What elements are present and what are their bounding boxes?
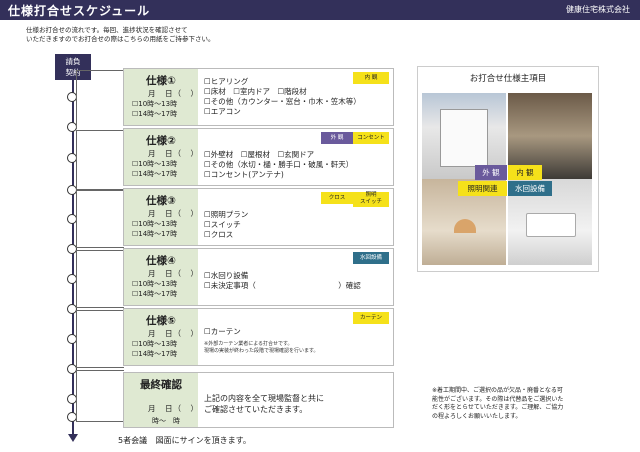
card-title: 仕様⑤ [146, 315, 176, 327]
card-date: 月 日（ ） [148, 149, 199, 158]
time-option[interactable]: ☐14時～17時 [132, 229, 177, 239]
card-date: 月 日（ ） [148, 404, 199, 413]
connector [76, 310, 124, 368]
card-title: 最終確認 [140, 379, 182, 391]
card-items: ☐ヒアリング ☐床材 ☐室内ドア ☐階段材 ☐その他（カウンター・窓台・巾木・笠… [204, 77, 361, 117]
tag-cloth: クロス [321, 192, 353, 204]
card-date: 月 日（ ） [148, 269, 199, 278]
time-option[interactable]: ☐10時～13時 [132, 219, 177, 229]
label-water: 水回設備 [508, 181, 552, 196]
time-option[interactable]: ☐10時～13時 [132, 279, 177, 289]
tag-outlet: コンセント [353, 132, 389, 144]
intro-text: 仕様お打合せの流れです。毎回、進捗状況を確認させて いただきますのでお打合せの際… [26, 26, 286, 44]
final-line: 上記の内容を全て現場監督と共に [204, 394, 324, 403]
tag-water: 水回設備 [353, 252, 389, 264]
final-text: 上記の内容を全て現場監督と共に ご確認させていただきます。 [204, 393, 324, 415]
label-interior: 内 観 [508, 165, 542, 180]
time-option[interactable]: ☐14時～17時 [132, 349, 177, 359]
meeting-label: 5者会議 [118, 436, 148, 445]
connector [76, 370, 124, 422]
card-date: 月 日（ ） [148, 329, 199, 338]
connector [76, 130, 124, 190]
card-title: 仕様④ [146, 255, 176, 267]
disclaimer-line: ※着工期間中、ご選択の品が欠品・廃番となる可 [432, 387, 563, 394]
disclaimer-line: 能性がございます。その際は代替品をご選択いた [432, 395, 564, 403]
schedule-card-2: 仕様② 月 日（ ） ☐10時～13時 ☐14時～17時 ☐外壁材 ☐屋根材 ☐… [123, 128, 394, 186]
card-title: 仕様① [146, 75, 176, 87]
pendant-lamp-icon [454, 219, 476, 233]
final-check-card: 最終確認 月 日（ ） 時～ 時 上記の内容を全て現場監督と共に ご確認させてい… [123, 372, 394, 428]
sink-icon [526, 213, 576, 237]
item-checkbox[interactable]: ☐水回り設備 [204, 271, 361, 281]
tag-line: スイッチ [359, 199, 382, 205]
five-party-meeting: 5者会議 図面にサインを頂きます。 [118, 435, 251, 446]
page-header: 仕様打合せスケジュール 健康住宅株式会社 [0, 0, 640, 20]
tag-lighting-switch: 照明 スイッチ [353, 192, 389, 207]
item-checkbox[interactable]: ☐未決定事項（ ）確認 [204, 281, 361, 291]
note-line: ※外部カーテン業者による打合せです。 [204, 341, 293, 347]
timeline-line [72, 80, 74, 438]
disclaimer-line: だく形をとらせていただきます。ご理解、ご協力 [432, 404, 564, 411]
label-lighting: 照明関連 [458, 181, 507, 196]
time-option[interactable]: ☐10時～13時 [132, 159, 177, 169]
tag-line: 照明 [365, 192, 377, 198]
tag-interior: 内 観 [353, 72, 389, 84]
label-exterior: 外 観 [475, 165, 507, 180]
intro-line: 仕様お打合せの流れです。毎回、進捗状況を確認させて [26, 26, 188, 34]
item-checkbox[interactable]: ☐外壁材 ☐屋根材 ☐玄関ドア [204, 150, 353, 160]
connector [76, 70, 124, 129]
item-checkbox[interactable]: ☐その他（カウンター・窓台・巾木・笠木等） [204, 97, 361, 107]
time-option[interactable]: ☐14時～17時 [132, 289, 177, 299]
disclaimer-line: の程よろしくお願いいたします。 [432, 412, 522, 420]
item-checkbox[interactable]: ☐カーテン [204, 327, 241, 337]
card-items: ☐外壁材 ☐屋根材 ☐玄関ドア ☐その他（水切・樋・勝手口・破風・軒天） ☐コン… [204, 150, 353, 180]
schedule-card-5: 仕様⑤ 月 日（ ） ☐10時～13時 ☐14時～17時 ☐カーテン ※外部カー… [123, 308, 394, 366]
card-title: 仕様③ [146, 195, 176, 207]
card-items: ☐照明プラン ☐スイッチ ☐クロス [204, 210, 248, 240]
disclaimer-note: ※着工期間中、ご選択の品が欠品・廃番となる可 能性がございます。その際は代替品を… [432, 387, 632, 421]
schedule-card-3: 仕様③ 月 日（ ） ☐10時～13時 ☐14時～17時 ☐照明プラン ☐スイッ… [123, 188, 394, 246]
card-time: 時～ 時 [152, 417, 180, 425]
photo-panel-title: お打合せ仕様主項目 [469, 74, 547, 84]
card-date: 月 日（ ） [148, 209, 199, 218]
card-items: ☐カーテン [204, 327, 241, 337]
card-note: ※外部カーテン業者による打合せです。 現場の実装が終わった段階で現場確認を行いま… [204, 341, 319, 355]
item-checkbox[interactable]: ☐コンセント(アンテナ) [204, 170, 353, 180]
card-date: 月 日（ ） [148, 89, 199, 98]
item-checkbox[interactable]: ☐スイッチ [204, 220, 248, 230]
item-checkbox[interactable]: ☐エアコン [204, 107, 361, 117]
final-line: ご確認させていただきます。 [204, 405, 308, 414]
item-checkbox[interactable]: ☐その他（水切・樋・勝手口・破風・軒天） [204, 160, 353, 170]
tag-exterior: 外 観 [321, 132, 353, 144]
time-option[interactable]: ☐14時～17時 [132, 169, 177, 179]
connector [76, 250, 124, 308]
card-title: 仕様② [146, 135, 176, 147]
item-checkbox[interactable]: ☐照明プラン [204, 210, 248, 220]
item-checkbox[interactable]: ☐床材 ☐室内ドア ☐階段材 [204, 87, 361, 97]
page-title: 仕様打合せスケジュール [8, 4, 151, 18]
intro-line: いただきますのでお打合せの際はこちらの用紙をご持参下さい。 [26, 35, 215, 43]
house-shape [440, 109, 488, 167]
schedule-card-1: 仕様① 月 日（ ） ☐10時～13時 ☐14時～17時 ☐ヒアリング ☐床材 … [123, 68, 394, 126]
timeline-arrow-icon [68, 434, 78, 442]
note-line: 現場の実装が終わった段階で現場確認を行います。 [204, 348, 319, 354]
connector [76, 190, 124, 248]
meeting-text: 図面にサインを頂きます。 [155, 436, 251, 445]
tag-curtain: カーテン [353, 312, 389, 324]
time-option[interactable]: ☐10時～13時 [132, 99, 177, 109]
item-checkbox[interactable]: ☐クロス [204, 230, 248, 240]
schedule-card-4: 仕様④ 月 日（ ） ☐10時～13時 ☐14時～17時 ☐水回り設備 ☐未決定… [123, 248, 394, 306]
time-option[interactable]: ☐10時～13時 [132, 339, 177, 349]
start-label: 請負 [65, 57, 81, 66]
item-checkbox[interactable]: ☐ヒアリング [204, 77, 361, 87]
card-items: ☐水回り設備 ☐未決定事項（ ）確認 [204, 271, 361, 291]
photo-panel: お打合せ仕様主項目 外 観 内 観 照明関連 水回設備 [417, 66, 599, 272]
time-option[interactable]: ☐14時～17時 [132, 109, 177, 119]
company-name: 健康住宅株式会社 [566, 5, 630, 14]
